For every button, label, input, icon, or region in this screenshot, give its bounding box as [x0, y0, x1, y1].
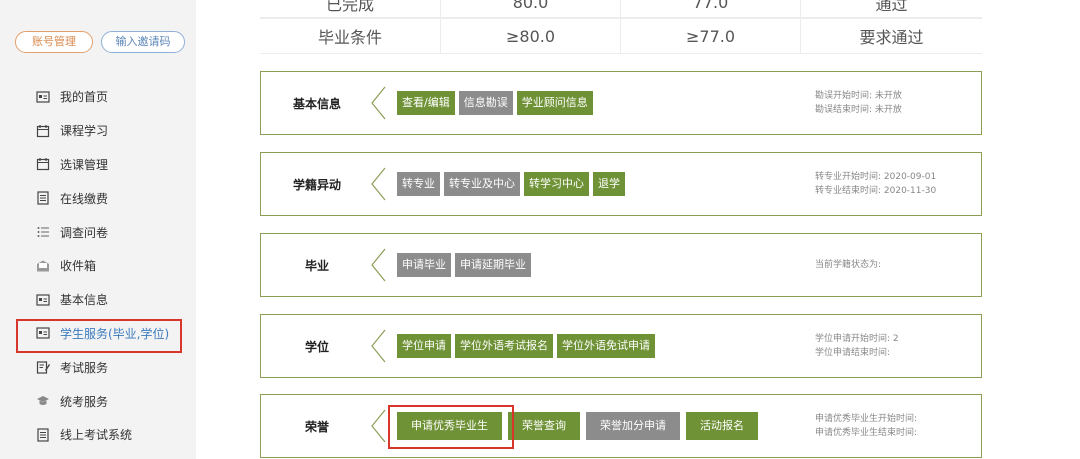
table-cell: 77.0: [620, 0, 800, 17]
student-service-page: 账号管理 输入邀请码 我的首页 课程学习 选课管理 在线缴费 调查问卷 收件箱 基本信息 学生…: [0, 0, 1080, 459]
chevron-left-icon: [371, 329, 386, 363]
home-card-icon: [36, 90, 50, 104]
service-section: 毕业 申请毕业 申请延期毕业 当前学籍状态为:: [260, 233, 982, 297]
section-info: 转专业开始时间: 2020-09-01 转专业结束时间: 2020-11-30: [815, 153, 936, 215]
sidebar-item-label: 线上考试系统: [60, 428, 133, 443]
sidebar-item-label: 考试服务: [60, 360, 109, 375]
section-buttons: 查看/编辑 信息勘误 学业顾问信息: [397, 72, 593, 134]
sidebar-item[interactable]: 学生服务(毕业,学位): [0, 317, 196, 353]
sidebar-item-label: 我的首页: [60, 90, 109, 105]
table-cell: 要求通过: [800, 19, 982, 53]
service-section: 荣誉 申请优秀毕业生 荣誉查询 荣誉加分申请 活动报名 申请优秀毕业生开始时间: 申请优秀毕…: [260, 394, 982, 458]
sidebar-item-label: 选课管理: [60, 157, 109, 172]
sidebar-item[interactable]: 统考服务: [0, 384, 196, 418]
info-line: 转专业结束时间: 2020-11-30: [815, 186, 937, 196]
section-info: 学位申请开始时间: 2 学位申请结束时间:: [815, 315, 899, 377]
table-cell: ≥77.0: [620, 19, 800, 53]
info-line: 学位申请结束时间:: [815, 348, 891, 358]
sidebar-item[interactable]: 基本信息: [0, 283, 196, 317]
info-line: 勘误结束时间: 未开放: [815, 105, 902, 115]
sidebar-item-label: 基本信息: [60, 293, 109, 308]
info-line: 转专业开始时间: 2020-09-01: [815, 172, 937, 182]
action-button[interactable]: 信息勘误: [458, 91, 513, 115]
action-button[interactable]: 转专业: [397, 172, 440, 196]
highlight-box: [388, 405, 514, 449]
mortarboard-icon: [36, 394, 50, 408]
action-button[interactable]: 退学: [593, 172, 625, 196]
service-section: 学位 学位申请 学位外语考试报名 学位外语免试申请 学位申请开始时间: 2 学位申请结束时…: [260, 314, 982, 378]
section-title: 学籍异动: [292, 177, 341, 192]
service-section: 学籍异动 转专业 转专业及中心 转学习中心 退学 转专业开始时间: 2020-09-01 转…: [260, 152, 982, 216]
section-title: 基本信息: [292, 96, 341, 111]
sidebar-item-label: 课程学习: [60, 124, 109, 139]
sidebar-item[interactable]: 调查问卷: [0, 215, 196, 249]
section-buttons: 学位申请 学位外语考试报名 学位外语免试申请: [397, 315, 655, 377]
action-button[interactable]: 申请毕业: [397, 253, 451, 277]
info-line: 当前学籍状态为:: [815, 260, 882, 270]
section-info: 勘误开始时间: 未开放 勘误结束时间: 未开放: [815, 72, 902, 134]
section-buttons: 转专业 转专业及中心 转学习中心 退学: [397, 153, 625, 215]
sidebar-item[interactable]: 课程学习: [0, 114, 196, 148]
sidebar-top-buttons: 账号管理 输入邀请码: [15, 31, 185, 53]
edit-icon: [36, 360, 50, 374]
info-line: 勘误开始时间: 未开放: [815, 91, 902, 101]
table-row: 毕业条件 ≥80.0 ≥77.0 要求通过: [260, 18, 982, 54]
sidebar-item-label: 统考服务: [60, 394, 109, 409]
info-line: 学位申请开始时间: 2: [815, 334, 899, 344]
document-icon: [36, 428, 50, 442]
action-button[interactable]: 学位外语考试报名: [455, 334, 553, 358]
table-cell: 已完成: [325, 0, 374, 14]
table-row: 已完成 80.0 77.0 通过: [260, 0, 982, 18]
sidebar-menu: 我的首页课程学习选课管理在线缴费调查问卷收件箱基本信息学生服务(毕业,学位) 考试…: [0, 80, 196, 452]
action-button[interactable]: 活动报名: [686, 412, 758, 440]
section-title: 学位: [304, 339, 329, 354]
inbox-icon: [36, 259, 50, 273]
action-button[interactable]: 学业顾问信息: [516, 91, 593, 115]
sidebar-item[interactable]: 在线缴费: [0, 181, 196, 215]
sidebar-item[interactable]: 考试服务: [0, 350, 196, 384]
id-card-icon: [36, 326, 50, 340]
account-management-button[interactable]: 账号管理: [15, 31, 93, 53]
section-info: 当前学籍状态为:: [815, 234, 881, 296]
section-title: 荣誉: [304, 419, 329, 434]
sidebar-item-label: 收件箱: [60, 259, 97, 274]
table-cell: 毕业条件: [317, 28, 382, 47]
info-line: 申请优秀毕业生结束时间:: [815, 428, 918, 438]
chevron-left-icon: [371, 248, 386, 282]
score-table: 已完成 80.0 77.0 通过 毕业条件 ≥80.0 ≥77.0 要求通过: [260, 0, 982, 54]
action-button[interactable]: 荣誉加分申请: [586, 412, 680, 440]
sidebar: 账号管理 输入邀请码 我的首页课程学习选课管理在线缴费调查问卷收件箱基本信息学生…: [0, 0, 196, 459]
chevron-left-icon: [371, 167, 386, 201]
sidebar-item[interactable]: 选课管理: [0, 148, 196, 182]
sidebar-item[interactable]: 收件箱: [0, 249, 196, 283]
chevron-left-icon: [371, 409, 386, 443]
id-card-icon: [36, 293, 50, 307]
action-button[interactable]: 查看/编辑: [397, 91, 455, 115]
action-button[interactable]: 转学习中心: [524, 172, 589, 196]
action-button[interactable]: 学位外语免试申请: [557, 334, 655, 358]
sidebar-item-label: 学生服务(毕业,学位): [60, 326, 170, 341]
sidebar-item[interactable]: 我的首页: [0, 80, 196, 114]
action-button[interactable]: 转专业及中心: [444, 172, 520, 196]
document-icon: [36, 191, 50, 205]
action-button[interactable]: 申请延期毕业: [455, 253, 531, 277]
table-cell: ≥80.0: [440, 19, 620, 53]
list-icon: [36, 225, 50, 239]
action-button[interactable]: 学位申请: [397, 334, 451, 358]
enter-invite-code-button[interactable]: 输入邀请码: [101, 31, 185, 53]
calendar-icon: [36, 157, 50, 171]
info-line: 申请优秀毕业生开始时间:: [815, 414, 918, 424]
action-button[interactable]: 荣誉查询: [508, 412, 580, 440]
section-info: 申请优秀毕业生开始时间: 申请优秀毕业生结束时间:: [815, 395, 917, 457]
section-buttons: 申请毕业 申请延期毕业: [397, 234, 531, 296]
section-title: 毕业: [304, 258, 329, 273]
service-section: 基本信息 查看/编辑 信息勘误 学业顾问信息 勘误开始时间: 未开放 勘误结束时间: 未开…: [260, 71, 982, 135]
calendar-icon: [36, 124, 50, 138]
sidebar-item-label: 在线缴费: [60, 191, 109, 206]
table-cell: 80.0: [440, 0, 620, 17]
sidebar-item[interactable]: 线上考试系统: [0, 418, 196, 452]
sidebar-item-label: 调查问卷: [60, 225, 109, 240]
chevron-left-icon: [371, 86, 386, 120]
table-cell: 通过: [800, 0, 982, 17]
